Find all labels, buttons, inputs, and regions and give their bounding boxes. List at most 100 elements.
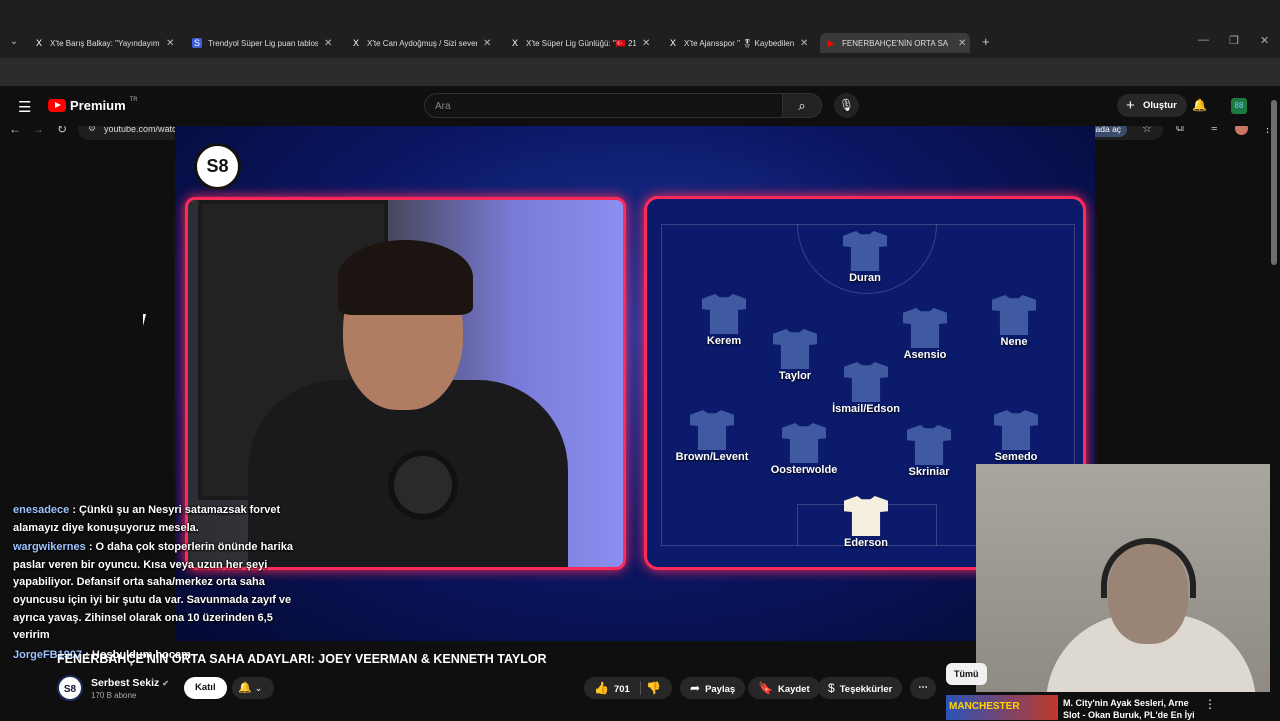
browser-tab-active[interactable]: ▶ FENERBAHÇE'NİN ORTA SA ✕	[820, 33, 970, 53]
mouse-cursor-icon	[143, 314, 146, 326]
headset	[1101, 538, 1196, 598]
restore-icon[interactable]: ❐	[1229, 34, 1239, 47]
scrollbar-thumb[interactable]	[1271, 100, 1277, 265]
notifications-bell-icon[interactable]: 🔔	[1192, 98, 1207, 112]
thanks-label: Teşekkürler	[839, 684, 893, 695]
microphone-icon: 🎙	[838, 98, 855, 112]
player-name: İsmail/Edson	[832, 403, 900, 415]
tab-title: X'te Barış Balkay: "Yayındayım. I	[50, 38, 160, 48]
close-tab-icon[interactable]: ✕	[958, 38, 970, 49]
browser-tab[interactable]: X X'te Can Aydoğmuş / Sizi sever ✕	[345, 33, 495, 53]
player-slot: Skriniar	[884, 425, 974, 478]
browser-tab[interactable]: X X'te Süper Lig Günlüğü: "🇹🇷 21 ✕	[504, 33, 654, 53]
player-name: Skriniar	[908, 466, 950, 478]
x-logo-icon: X	[352, 38, 359, 48]
thumbs-down-icon[interactable]: 👎	[646, 677, 661, 699]
new-tab-icon[interactable]: +	[982, 34, 990, 49]
search-input[interactable]: Ara	[424, 93, 782, 118]
channel-name-text: Serbest Sekiz	[91, 677, 160, 689]
voice-search-button[interactable]: 🎙	[834, 93, 859, 118]
create-label: Oluştur	[1143, 100, 1177, 111]
recommended-video-thumbnail[interactable]: MANCHESTER	[946, 695, 1058, 720]
channel-name[interactable]: Serbest Sekiz ✔	[91, 677, 169, 689]
recommended-more-icon[interactable]: ⋮	[1204, 697, 1216, 711]
browser-tab[interactable]: S Trendyol Süper Lig puan tablos ✕	[186, 33, 336, 53]
tab-title: FENERBAHÇE'NİN ORTA SA	[842, 38, 949, 48]
player-slot: İsmail/Edson	[821, 362, 911, 415]
like-dislike-group[interactable]: 👍 701 👎	[584, 677, 672, 699]
chat-username: wargwikernes	[13, 541, 86, 554]
share-button[interactable]: ➦ Paylaş	[680, 677, 746, 699]
verified-badge-icon: ✔	[162, 679, 169, 688]
close-window-icon[interactable]: ✕	[1260, 34, 1269, 47]
bell-icon: 🔔	[238, 682, 252, 694]
close-tab-icon[interactable]: ✕	[483, 38, 495, 49]
youtube-favicon-icon: ▶	[827, 38, 835, 48]
close-tab-icon[interactable]: ✕	[166, 38, 178, 49]
player-name: Duran	[849, 272, 881, 284]
more-actions-button[interactable]: ⋯	[910, 677, 936, 699]
player-slot: Semedo	[971, 410, 1061, 463]
channel-avatar[interactable]: S8	[57, 675, 83, 701]
player-name: Brown/Levent	[675, 451, 749, 463]
close-tab-icon[interactable]: ✕	[324, 38, 336, 49]
avatar[interactable]: 88	[1231, 98, 1247, 114]
like-count: 701	[613, 684, 630, 695]
save-label: Kaydet	[777, 684, 810, 695]
shirt-icon	[702, 294, 746, 334]
recommended-video-title[interactable]: M. City'nin Ayak Sesleri, Arne Slot - Ok…	[1063, 697, 1198, 721]
save-button[interactable]: 🔖 Kaydet	[748, 677, 820, 699]
browser-tab[interactable]: X X'te Ajansspor " 🎖 Kaybedilen ✕	[662, 33, 812, 53]
close-tab-icon[interactable]: ✕	[800, 38, 812, 49]
shirt-icon	[843, 231, 887, 271]
browser-tab-bar: ⌄ X X'te Barış Balkay: "Yayındayım. I ✕ …	[0, 0, 1280, 58]
youtube-premium-logo[interactable]: Premium TR	[48, 97, 138, 113]
x-logo-icon: X	[511, 38, 518, 48]
player-name: Asensio	[903, 349, 947, 361]
shirt-icon	[773, 329, 817, 369]
close-tab-icon[interactable]: ✕	[642, 38, 654, 49]
search-placeholder: Ara	[435, 101, 451, 112]
shirt-icon	[690, 410, 734, 450]
player-slot: Oosterwolde	[759, 423, 849, 476]
chat-text: : O daha çok stoperlerin önünde harika p…	[13, 541, 293, 642]
live-chat-overlay: enesadece : Çünkü şu an Nesyri satamazsa…	[8, 502, 293, 666]
player-name: Oosterwolde	[770, 464, 838, 476]
search-button[interactable]: ⌕	[782, 93, 822, 118]
logo-text: Premium	[70, 98, 126, 113]
thanks-button[interactable]: $ Teşekkürler	[818, 677, 903, 699]
menu-icon[interactable]: ☰	[18, 98, 31, 116]
player-slot: Nene	[969, 295, 1059, 348]
x-logo-icon: X	[35, 38, 42, 48]
thumbs-up-icon[interactable]: 👍	[594, 681, 609, 695]
player-name: Semedo	[994, 451, 1038, 463]
like-divider	[640, 681, 641, 695]
channel-watermark-logo: S8	[194, 143, 241, 190]
browser-tab[interactable]: X X'te Barış Balkay: "Yayındayım. I ✕	[28, 33, 178, 53]
save-icon: 🔖	[758, 681, 773, 695]
create-button[interactable]: + Oluştur	[1117, 94, 1187, 117]
chat-message: enesadece : Çünkü şu an Nesyri satamazsa…	[8, 502, 293, 537]
address-toolbar: ← → ↻ ⚙ youtube.com/watch?v=veKwlBctQQw …	[0, 58, 1280, 140]
filter-chip-all[interactable]: Tümü	[946, 663, 987, 685]
page-scrollbar[interactable]	[1270, 90, 1278, 710]
chevron-down-icon: ⌄	[254, 683, 263, 693]
player-slot: Asensio	[880, 308, 970, 361]
goalkeeper-shirt-icon	[844, 496, 888, 536]
tab-title: X'te Can Aydoğmuş / Sizi sever	[367, 38, 477, 48]
shirt-icon	[903, 308, 947, 348]
plus-icon: +	[1126, 97, 1135, 114]
search-icon: ⌕	[798, 98, 806, 113]
tab-search-chevron-icon[interactable]: ⌄	[6, 34, 22, 50]
chat-message: wargwikernes : O daha çok stoperlerin ön…	[8, 539, 293, 645]
tab-title: X'te Süper Lig Günlüğü: "🇹🇷 21	[526, 38, 636, 48]
subscriber-count: 170 B abone	[91, 691, 137, 700]
player-name: Ederson	[843, 537, 888, 549]
share-label: Paylaş	[705, 684, 736, 695]
join-button[interactable]: Katıl	[184, 677, 227, 699]
x-logo-icon: X	[669, 38, 676, 48]
podcast-microphone	[388, 450, 458, 520]
subscription-bell-button[interactable]: 🔔 ⌄	[232, 677, 274, 699]
player-slot: Ederson	[821, 496, 911, 549]
minimize-icon[interactable]: —	[1198, 34, 1209, 46]
